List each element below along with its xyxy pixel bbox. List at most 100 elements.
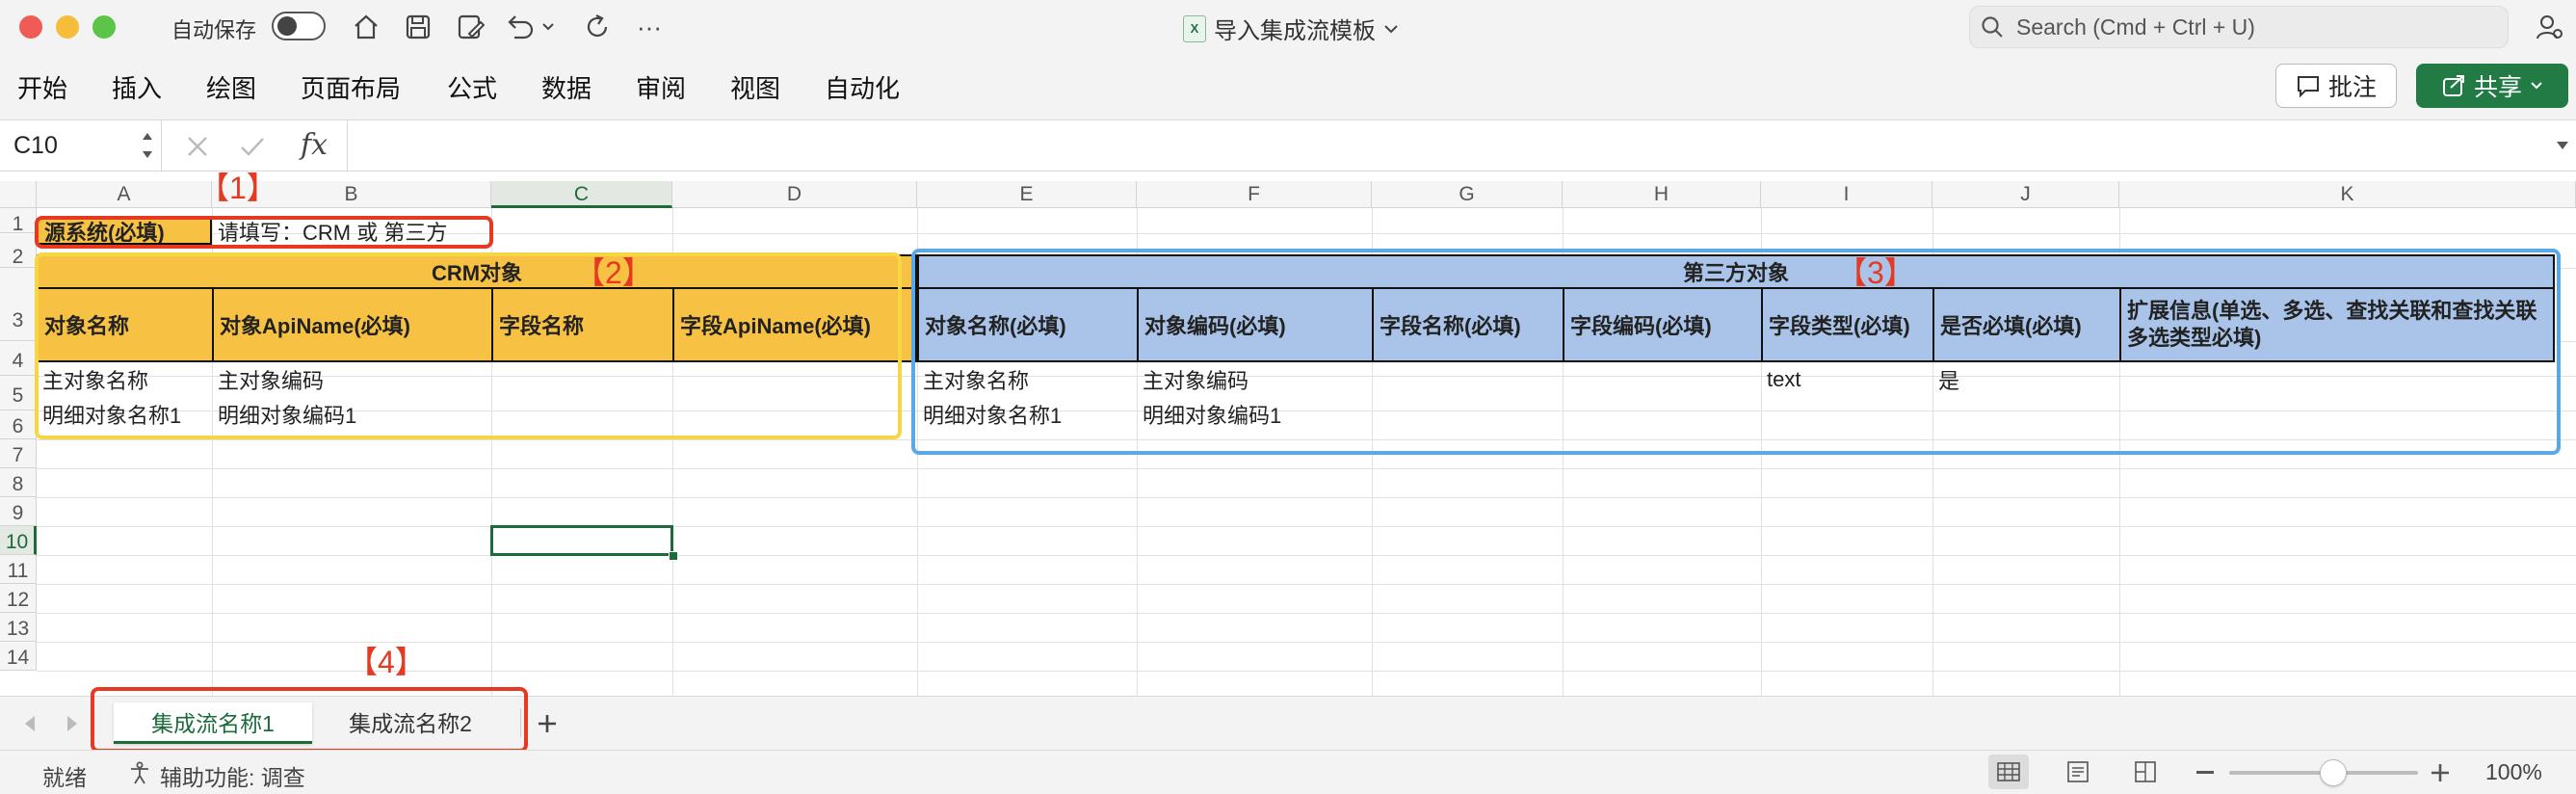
add-sheet-icon[interactable] bbox=[536, 712, 559, 735]
zoom-window-icon[interactable] bbox=[92, 15, 116, 39]
spreadsheet-grid[interactable]: A B C D E F G H I J K 1 2 3 4 5 6 7 8 9 … bbox=[0, 172, 2576, 696]
next-sheet-icon[interactable] bbox=[64, 714, 81, 733]
row-header-2[interactable]: 2 bbox=[0, 233, 37, 268]
minimize-window-icon[interactable] bbox=[56, 15, 79, 39]
row-header-1[interactable]: 1 bbox=[0, 208, 37, 235]
more-icon[interactable]: ··· bbox=[630, 10, 669, 44]
tab-data[interactable]: 数据 bbox=[541, 69, 591, 105]
tab-page-layout[interactable]: 页面布局 bbox=[301, 69, 401, 105]
expand-formula-icon[interactable] bbox=[2555, 140, 2570, 151]
row-header-3[interactable]: 3 bbox=[0, 268, 37, 341]
zoom-in-icon[interactable] bbox=[2431, 764, 2449, 781]
name-box-stepper-icon[interactable] bbox=[141, 128, 154, 163]
column-header-a[interactable]: A bbox=[37, 181, 212, 208]
name-box[interactable]: C10 bbox=[0, 120, 162, 171]
share-button[interactable]: 共享 bbox=[2416, 64, 2568, 108]
tab-insert[interactable]: 插入 bbox=[112, 69, 162, 105]
page-break-view-icon[interactable] bbox=[2133, 760, 2158, 783]
formula-divider bbox=[347, 120, 348, 171]
normal-view-button[interactable] bbox=[1988, 754, 2029, 789]
annotation-box-2 bbox=[35, 252, 902, 439]
confirm-icon[interactable] bbox=[239, 134, 266, 159]
status-bar: 就绪 辅助功能: 调查 100% bbox=[0, 750, 2576, 794]
fill-handle[interactable] bbox=[669, 551, 678, 561]
row-header-9[interactable]: 9 bbox=[0, 497, 37, 526]
formula-bar: C10 fx bbox=[0, 119, 2576, 172]
gridline bbox=[37, 555, 2576, 556]
accessibility-status[interactable]: 辅助功能: 调查 bbox=[160, 759, 305, 792]
tab-view[interactable]: 视图 bbox=[730, 69, 780, 105]
zoom-out-icon[interactable] bbox=[2196, 770, 2214, 776]
row-header-6[interactable]: 6 bbox=[0, 410, 37, 439]
annotation-box-3 bbox=[911, 249, 2561, 455]
tab-formulas[interactable]: 公式 bbox=[447, 69, 497, 105]
row-header-8[interactable]: 8 bbox=[0, 468, 37, 497]
search-input[interactable]: Search (Cmd + Ctrl + U) bbox=[1969, 6, 2509, 48]
annotation-box-1 bbox=[35, 216, 493, 249]
gridline bbox=[37, 613, 2576, 614]
ribbon: 开始 插入 绘图 页面布局 公式 数据 审阅 视图 自动化 批注 共享 bbox=[0, 54, 2576, 119]
save-as-icon[interactable] bbox=[451, 10, 489, 44]
comment-icon bbox=[2297, 76, 2319, 98]
zoom-slider-handle[interactable] bbox=[2319, 759, 2347, 786]
row-header-5[interactable]: 5 bbox=[0, 376, 37, 410]
document-title[interactable]: X 导入集成流模板 bbox=[1183, 12, 1399, 45]
comments-label: 批注 bbox=[2327, 74, 2377, 101]
autosave-label: 自动保存 bbox=[171, 18, 257, 42]
column-header-g[interactable]: G bbox=[1372, 181, 1563, 208]
document-title-text: 导入集成流模板 bbox=[1214, 18, 1376, 44]
tab-home[interactable]: 开始 bbox=[17, 69, 67, 105]
tab-draw[interactable]: 绘图 bbox=[206, 69, 256, 105]
undo-icon[interactable] bbox=[503, 10, 561, 44]
column-header-i[interactable]: I bbox=[1761, 181, 1932, 208]
row-header-7[interactable]: 7 bbox=[0, 439, 37, 468]
tab-automate[interactable]: 自动化 bbox=[825, 69, 900, 105]
redo-icon[interactable] bbox=[578, 10, 617, 44]
search-placeholder: Search (Cmd + Ctrl + U) bbox=[2016, 13, 2255, 40]
chevron-down-icon bbox=[2531, 82, 2542, 90]
gridline bbox=[37, 526, 2576, 527]
annotation-label-4: 【4】 bbox=[347, 645, 426, 679]
close-window-icon[interactable] bbox=[19, 15, 42, 39]
status-ready: 就绪 bbox=[42, 765, 87, 790]
column-header-h[interactable]: H bbox=[1563, 181, 1761, 208]
share-label: 共享 bbox=[2473, 74, 2522, 101]
column-header-f[interactable]: F bbox=[1137, 181, 1372, 208]
select-all-corner[interactable] bbox=[0, 181, 37, 208]
name-box-value: C10 bbox=[13, 132, 58, 159]
page-layout-view-icon[interactable] bbox=[2065, 760, 2090, 783]
home-icon[interactable] bbox=[347, 10, 385, 44]
annotation-label-1: 【1】 bbox=[198, 172, 277, 205]
search-icon bbox=[1982, 16, 2003, 38]
grid-view-icon bbox=[1997, 762, 2020, 781]
row-header-14[interactable]: 14 bbox=[0, 642, 37, 671]
insert-function-icon[interactable]: fx bbox=[301, 128, 328, 162]
row-header-12[interactable]: 12 bbox=[0, 584, 37, 613]
column-header-c[interactable]: C bbox=[491, 181, 672, 208]
selected-cell-c10[interactable] bbox=[490, 525, 673, 556]
comments-button[interactable]: 批注 bbox=[2275, 64, 2397, 108]
sheet-tab-bar: 集成流名称1 集成流名称2 bbox=[0, 687, 2576, 753]
column-header-d[interactable]: D bbox=[672, 181, 917, 208]
previous-sheet-icon[interactable] bbox=[21, 714, 39, 733]
row-header-11[interactable]: 11 bbox=[0, 555, 37, 584]
annotation-box-4 bbox=[91, 687, 528, 753]
row-header-13[interactable]: 13 bbox=[0, 613, 37, 642]
row-header-4[interactable]: 4 bbox=[0, 341, 37, 376]
cancel-icon[interactable] bbox=[185, 134, 210, 159]
column-header-e[interactable]: E bbox=[917, 181, 1137, 208]
title-bar: 自动保存 ··· X 导入集成流模板 Search (Cmd + Ctrl + … bbox=[0, 0, 2576, 54]
account-icon[interactable] bbox=[2530, 10, 2568, 44]
gridline bbox=[37, 584, 2576, 585]
save-icon[interactable] bbox=[399, 10, 437, 44]
chevron-down-icon bbox=[1384, 24, 1398, 33]
autosave-toggle[interactable] bbox=[272, 12, 326, 40]
excel-file-icon: X bbox=[1183, 14, 1206, 42]
tab-review[interactable]: 审阅 bbox=[636, 69, 686, 105]
annotation-label-3: 【3】 bbox=[1836, 255, 1915, 290]
accessibility-icon[interactable] bbox=[127, 760, 152, 785]
column-header-j[interactable]: J bbox=[1932, 181, 2119, 208]
row-header-10[interactable]: 10 bbox=[0, 526, 37, 555]
zoom-level[interactable]: 100% bbox=[2485, 759, 2542, 785]
column-header-k[interactable]: K bbox=[2119, 181, 2576, 208]
